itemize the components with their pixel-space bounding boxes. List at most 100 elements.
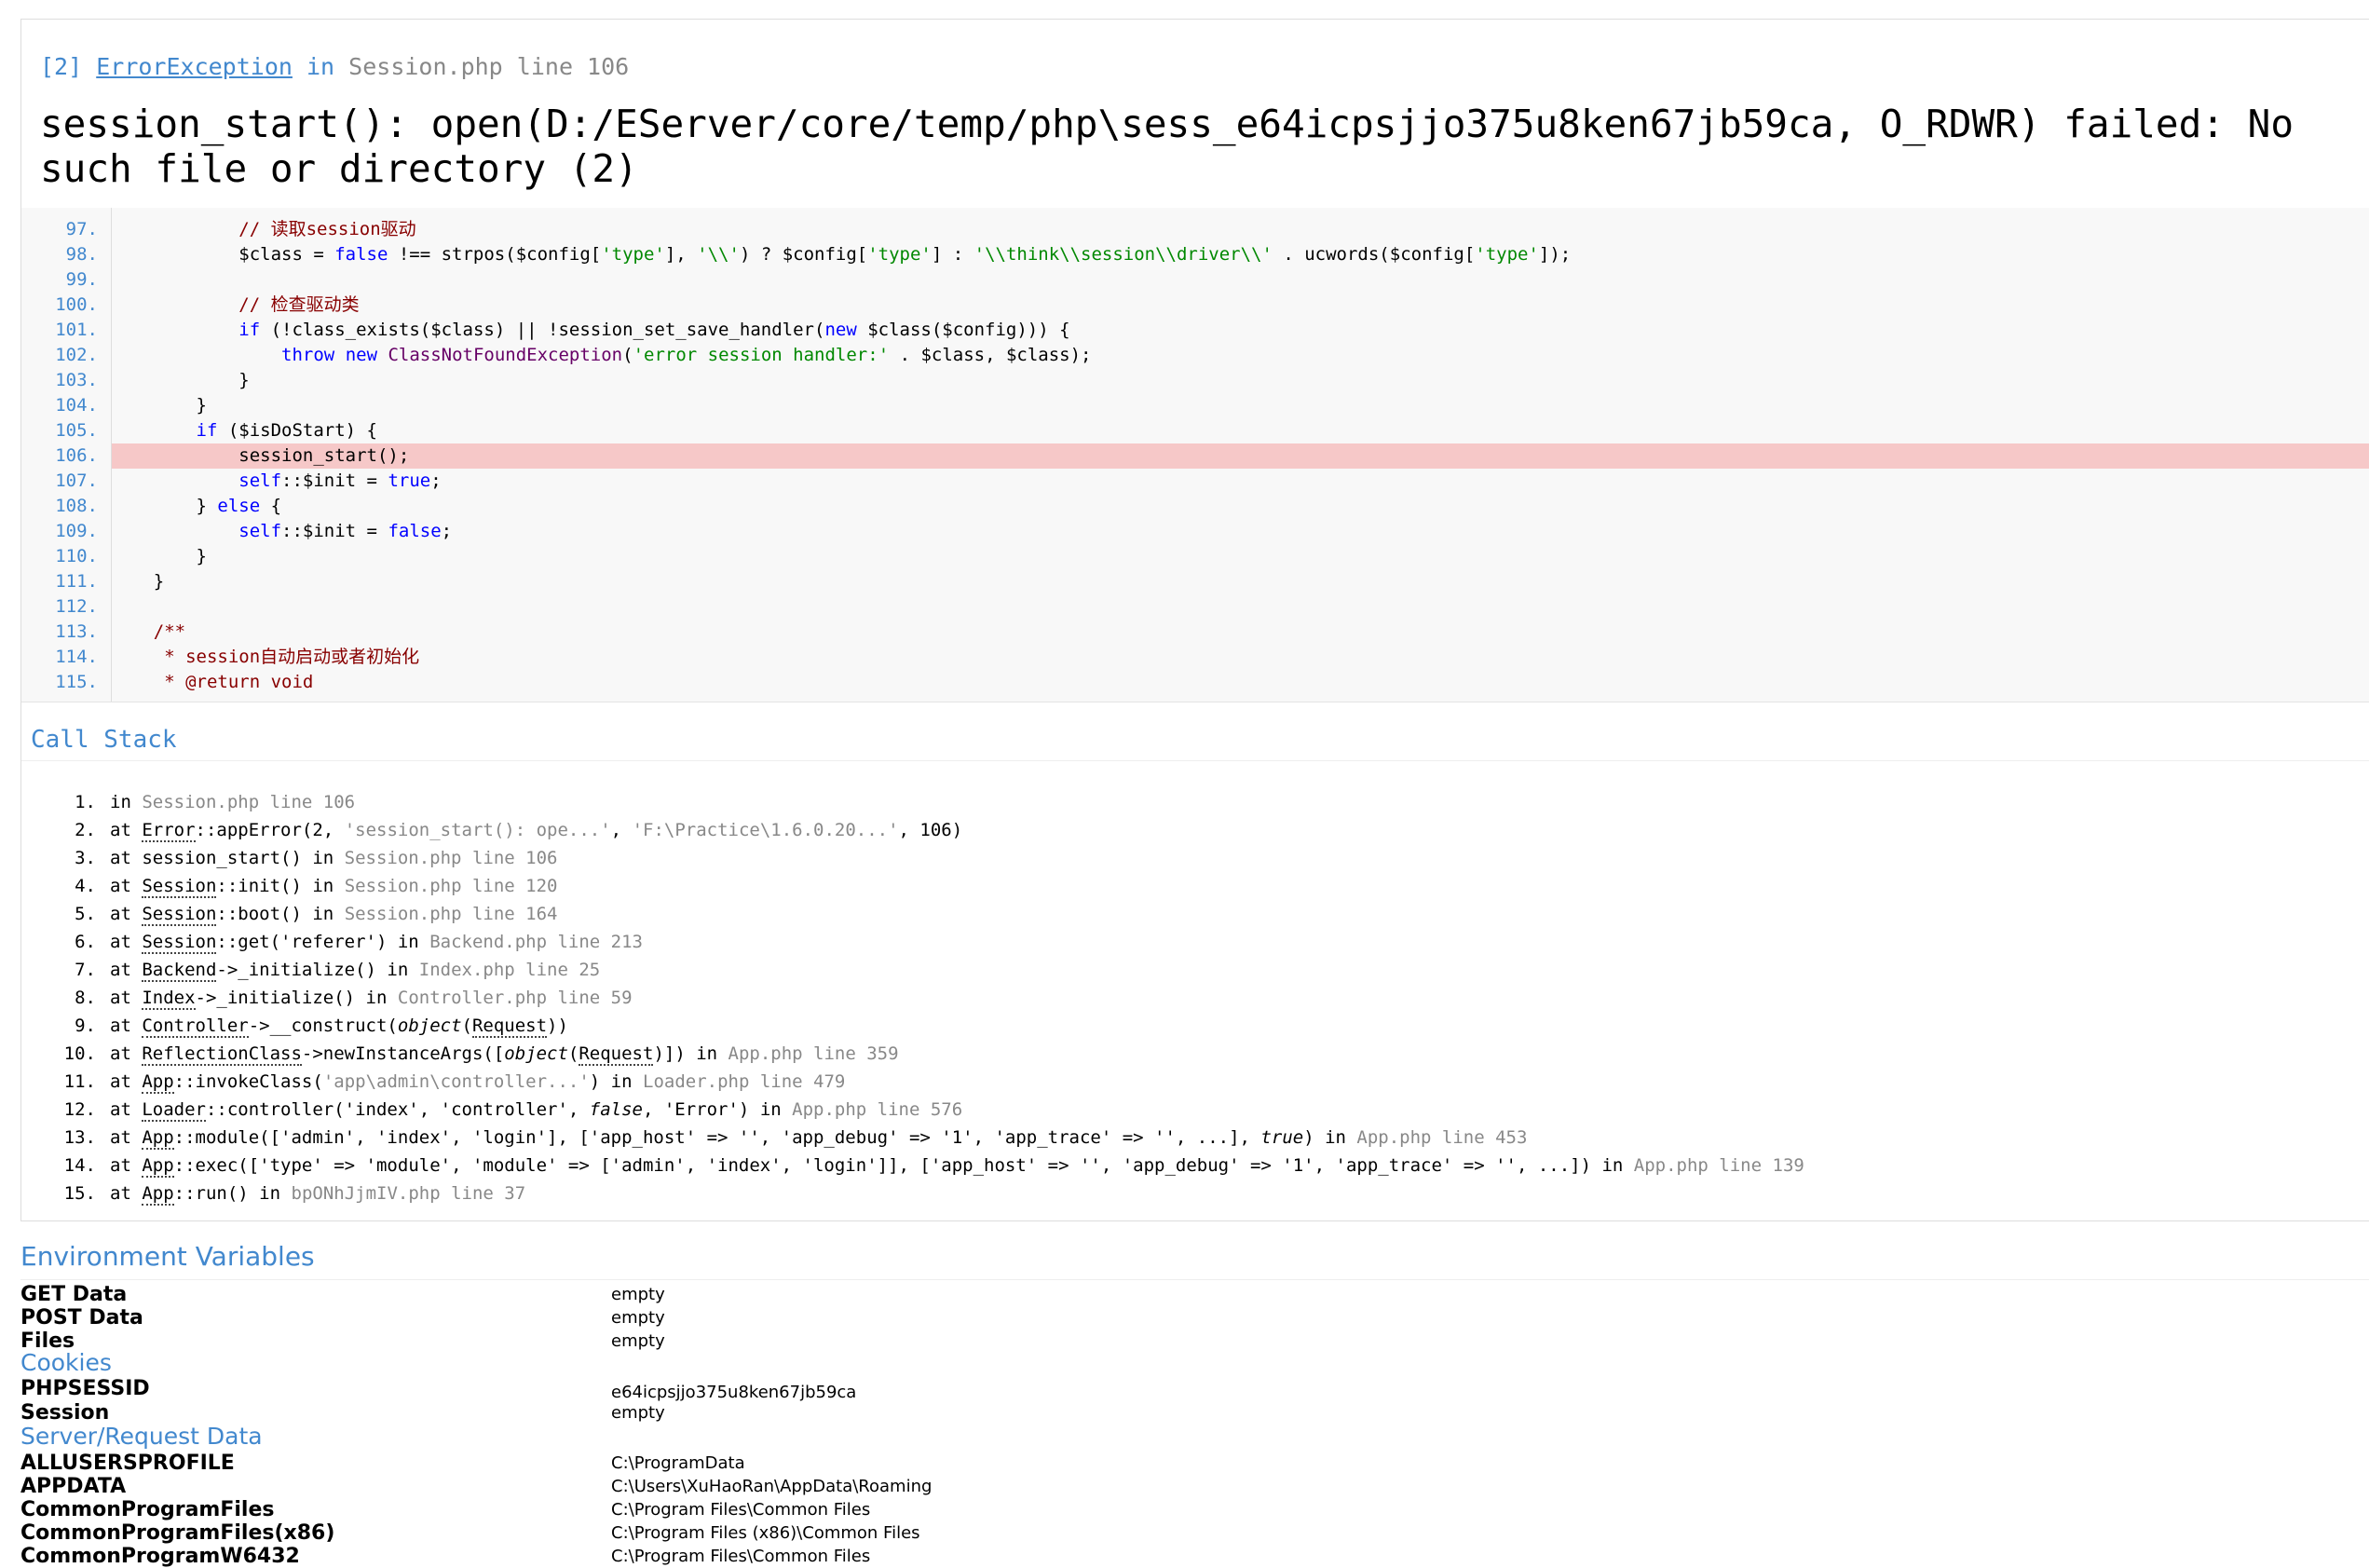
- call-stack-text: at Backend->_initialize() in Index.php l…: [110, 960, 601, 982]
- call-stack-text: at Error::appError(2, 'session_start(): …: [110, 820, 963, 842]
- source-line: 110. }: [21, 544, 2369, 569]
- env-section-cookies: Cookies: [20, 1349, 112, 1376]
- env-value: empty: [611, 1403, 665, 1423]
- divider: [20, 1279, 2369, 1280]
- env-key: GET Data: [20, 1283, 128, 1306]
- line-code: // 检查驱动类: [238, 294, 360, 315]
- line-number: 103.: [55, 370, 98, 390]
- exception-class-link[interactable]: ErrorException: [96, 53, 293, 80]
- call-stack-text: at Session::boot() in Session.php line 1…: [110, 904, 558, 926]
- call-stack-text: at session_start() in Session.php line 1…: [110, 848, 558, 868]
- call-stack-text: at App::invokeClass('app\admin\controlle…: [110, 1071, 846, 1094]
- env-value: C:\ProgramData: [611, 1453, 745, 1473]
- call-stack-number: 3.: [75, 848, 96, 868]
- env-key: Session: [20, 1401, 110, 1425]
- line-number: 97.: [65, 219, 98, 239]
- divider: [21, 760, 2369, 761]
- line-number: 113.: [55, 621, 98, 642]
- line-number: 115.: [55, 672, 98, 692]
- line-code: throw new ClassNotFoundException('error …: [281, 345, 1092, 365]
- call-stack-text: at Controller->__construct(object(Reques…: [110, 1016, 568, 1038]
- exception-panel: [2] ErrorException in Session.php line 1…: [20, 19, 2369, 1221]
- call-stack-number: 7.: [75, 960, 96, 980]
- env-key: CommonProgramFiles: [20, 1498, 275, 1521]
- call-stack-title: Call Stack: [31, 726, 177, 754]
- source-line: 101. if (!class_exists($class) || !sessi…: [21, 318, 2369, 343]
- env-title: Environment Variables: [20, 1241, 315, 1272]
- exception-file: Session.php line 106: [348, 53, 630, 80]
- call-stack-text: at App::run() in bpONhJjmIV.php line 37: [110, 1183, 526, 1206]
- source-line: 103. }: [21, 368, 2369, 393]
- exception-message: session_start(): open(D:/EServer/core/te…: [40, 102, 2317, 191]
- line-number: 101.: [55, 320, 98, 340]
- line-code: }: [111, 395, 207, 416]
- line-number: 108.: [55, 496, 98, 516]
- call-stack-number: 11.: [63, 1071, 96, 1092]
- env-key: ALLUSERSPROFILE: [20, 1452, 235, 1475]
- error-code: [2]: [40, 53, 83, 80]
- line-code: self::$init = true;: [238, 470, 442, 491]
- call-stack-number: 9.: [75, 1016, 96, 1036]
- line-number: 107.: [55, 470, 98, 491]
- call-stack-text: at Index->_initialize() in Controller.ph…: [110, 988, 633, 1010]
- call-stack-number: 1.: [75, 792, 96, 812]
- source-line: 115. * @return void: [21, 670, 2369, 695]
- line-number: 106.: [55, 445, 98, 466]
- call-stack-number: 13.: [63, 1127, 96, 1148]
- line-code: }: [111, 571, 165, 592]
- call-stack-text: at Session::init() in Session.php line 1…: [110, 876, 558, 898]
- env-key: CommonProgramFiles(x86): [20, 1521, 335, 1545]
- source-line: 111. }: [21, 569, 2369, 594]
- source-line: 100. // 检查驱动类: [21, 293, 2369, 318]
- line-code: // 读取session驱动: [238, 219, 416, 239]
- exception-header: [2] ErrorException in Session.php line 1…: [21, 20, 2369, 209]
- line-code: if (!class_exists($class) || !session_se…: [238, 320, 1070, 340]
- line-number: 110.: [55, 546, 98, 566]
- env-value: C:\Program Files\Common Files: [611, 1500, 871, 1520]
- env-value: empty: [611, 1308, 665, 1328]
- line-code: }: [111, 370, 250, 390]
- call-stack-text: at App::exec(['type' => 'module', 'modul…: [110, 1155, 1804, 1178]
- line-number: 114.: [55, 647, 98, 667]
- call-stack-text: at Session::get('referer') in Backend.ph…: [110, 932, 643, 954]
- call-stack-text: at App::module(['admin', 'index', 'login…: [110, 1127, 1528, 1150]
- source-line: 105. if ($isDoStart) {: [21, 418, 2369, 443]
- source-line: 112.: [21, 594, 2369, 620]
- exception-in-label: in: [306, 53, 335, 80]
- call-stack-number: 5.: [75, 904, 96, 924]
- source-line: 108. } else {: [21, 494, 2369, 519]
- line-code: * @return void: [111, 672, 314, 692]
- line-code: /**: [153, 621, 186, 642]
- line-code: * session自动启动或者初始化: [111, 647, 420, 667]
- call-stack-text: at ReflectionClass->newInstanceArgs([obj…: [110, 1043, 899, 1066]
- env-value: empty: [611, 1331, 665, 1351]
- line-number: 102.: [55, 345, 98, 365]
- line-code: } else {: [111, 496, 282, 516]
- line-code: if ($isDoStart) {: [196, 420, 377, 441]
- line-code: session_start();: [111, 445, 410, 466]
- source-line: 97. // 读取session驱动: [21, 217, 2369, 242]
- line-code: }: [111, 546, 207, 566]
- env-key: APPDATA: [20, 1475, 127, 1498]
- source-line: 113. /**: [21, 620, 2369, 645]
- line-number: 112.: [55, 596, 98, 617]
- source-line: 114. * session自动启动或者初始化: [21, 645, 2369, 670]
- line-number: 105.: [55, 420, 98, 441]
- env-value: C:\Program Files (x86)\Common Files: [611, 1523, 920, 1543]
- source-line: 104. }: [21, 393, 2369, 418]
- line-number: 109.: [55, 521, 98, 541]
- line-number: 98.: [65, 244, 98, 265]
- line-number: 104.: [55, 395, 98, 416]
- call-stack-number: 15.: [63, 1183, 96, 1204]
- source-line: 98. $class = false !== strpos($config['t…: [21, 242, 2369, 267]
- env-key: POST Data: [20, 1306, 143, 1329]
- call-stack-number: 10.: [63, 1043, 96, 1064]
- line-code: self::$init = false;: [238, 521, 453, 541]
- line-number: 111.: [55, 571, 98, 592]
- line-number: 99.: [65, 269, 98, 290]
- env-value: empty: [611, 1285, 665, 1304]
- exception-info: [2] ErrorException in Session.php line 1…: [40, 53, 629, 80]
- call-stack-number: 12.: [63, 1099, 96, 1120]
- source-code: 97. // 读取session驱动 98. $class = false !==…: [21, 208, 2369, 702]
- call-stack-number: 8.: [75, 988, 96, 1008]
